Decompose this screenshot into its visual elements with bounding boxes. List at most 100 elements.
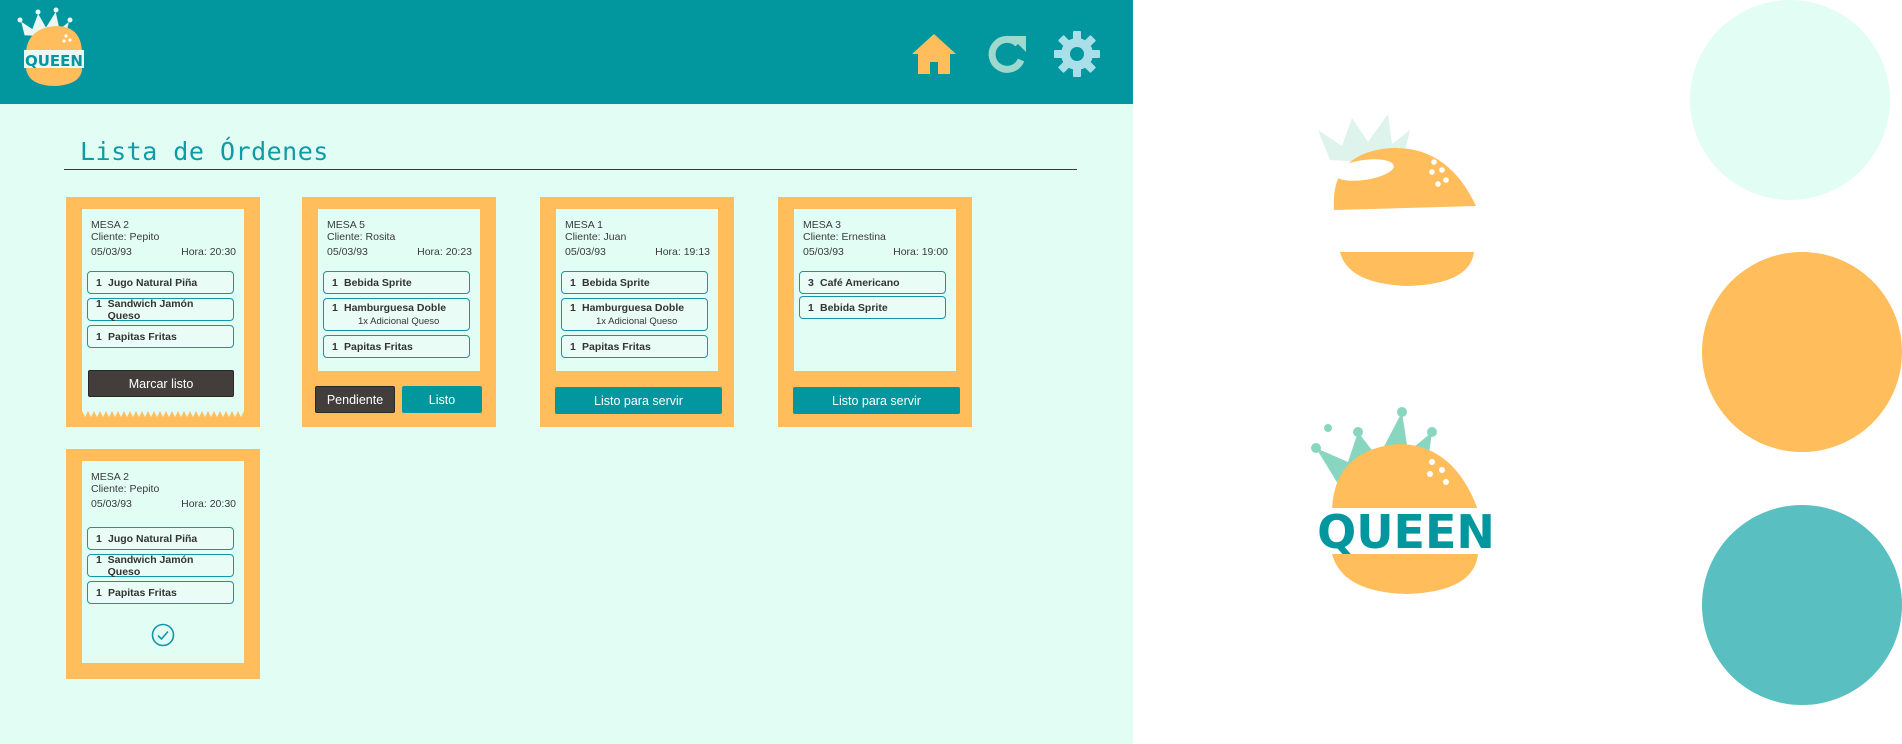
item-qty: 1 xyxy=(570,276,576,289)
logo-text: QUEEN xyxy=(25,52,83,70)
ticket-torn-edge xyxy=(82,409,244,417)
order-item[interactable]: 1 Papitas Fritas xyxy=(87,581,234,604)
order-card: MESA 3 Cliente: Ernestina 05/03/93 Hora: … xyxy=(778,197,972,427)
item-qty: 1 xyxy=(96,532,102,545)
home-button[interactable] xyxy=(910,30,958,78)
burger-logo-outline xyxy=(1318,114,1476,286)
order-item[interactable]: 1 Jugo Natural Piña xyxy=(87,527,234,550)
order-time: Hora: 20:30 xyxy=(181,498,236,510)
table-number: MESA 1 xyxy=(565,219,603,231)
item-qty: 1 xyxy=(96,276,102,289)
mark-ready-button[interactable]: Marcar listo xyxy=(88,370,234,397)
order-header: MESA 5 Cliente: Rosita 05/03/93 Hora: 20:… xyxy=(327,219,472,258)
order-header: MESA 2 Cliente: Pepito 05/03/93 Hora: 20:… xyxy=(91,219,236,258)
queen-logo-full: QUEEN xyxy=(1311,407,1492,594)
order-item[interactable]: 1 Papitas Fritas xyxy=(87,325,234,348)
item-qty: 1 xyxy=(96,553,102,566)
home-icon xyxy=(912,34,956,74)
order-item[interactable]: 1 Hamburguesa Doble 1x Adicional Queso xyxy=(561,298,708,331)
order-ticket: MESA 1 Cliente: Juan 05/03/93 Hora: 19:13… xyxy=(556,209,718,371)
item-name: Bebida Sprite xyxy=(344,276,412,289)
order-item[interactable]: 1 Papitas Fritas xyxy=(323,335,470,358)
order-item[interactable]: 1 Sandwich Jamón Queso xyxy=(87,553,234,578)
item-name: Sandwich Jamón Queso xyxy=(107,553,194,578)
order-item[interactable]: 1 Hamburguesa Doble 1x Adicional Queso xyxy=(323,298,470,331)
item-qty: 1 xyxy=(96,330,102,343)
item-name: Papitas Fritas xyxy=(582,340,651,353)
item-extra: 1x Adicional Queso xyxy=(596,316,678,327)
order-ticket: MESA 2 Cliente: Pepito 05/03/93 Hora: 20:… xyxy=(82,461,244,663)
client-name: Cliente: Pepito xyxy=(91,231,160,243)
order-ticket: MESA 5 Cliente: Rosita 05/03/93 Hora: 20:… xyxy=(318,209,480,371)
table-number: MESA 3 xyxy=(803,219,841,231)
item-name: Hamburguesa Doble xyxy=(582,302,685,314)
ready-button[interactable]: Listo xyxy=(402,386,482,413)
order-item[interactable]: 1 Bebida Sprite xyxy=(799,296,946,319)
item-qty: 1 xyxy=(570,340,576,353)
color-swatch-teal xyxy=(1702,505,1902,705)
check-circle-icon[interactable] xyxy=(151,623,175,647)
color-swatch-mint xyxy=(1690,0,1890,200)
queen-logo[interactable]: QUEEN xyxy=(16,6,88,90)
order-item[interactable]: 1 Sandwich Jamón Queso xyxy=(87,297,234,322)
item-name: Bebida Sprite xyxy=(582,276,650,289)
table-number: MESA 2 xyxy=(91,219,129,231)
order-card: MESA 2 Cliente: Pepito 05/03/93 Hora: 20:… xyxy=(66,197,260,427)
top-bar: QUEEN xyxy=(0,0,1133,104)
table-number: MESA 5 xyxy=(327,219,365,231)
order-item[interactable]: 1 Bebida Sprite xyxy=(323,271,470,294)
color-swatch-orange xyxy=(1702,252,1902,452)
settings-button[interactable] xyxy=(1053,30,1101,78)
item-name: Papitas Fritas xyxy=(344,340,413,353)
item-name: Papitas Fritas xyxy=(108,586,177,599)
order-time: Hora: 19:00 xyxy=(893,246,948,258)
item-name: Sandwich Jamón Queso xyxy=(107,297,194,322)
order-ticket: MESA 3 Cliente: Ernestina 05/03/93 Hora: … xyxy=(794,209,956,371)
item-qty: 1 xyxy=(332,276,338,289)
order-item[interactable]: 3 Café Americano xyxy=(799,271,946,294)
item-qty: 1 xyxy=(96,586,102,599)
app-window: QUEEN Lista de Órdenes MESA 2 Cliente: P… xyxy=(0,0,1133,744)
item-qty: 1 xyxy=(332,302,338,314)
item-extra: 1x Adicional Queso xyxy=(358,316,440,327)
item-name: Jugo Natural Piña xyxy=(108,276,198,289)
title-divider xyxy=(64,169,1077,170)
order-date: 05/03/93 xyxy=(565,246,606,258)
order-card: MESA 1 Cliente: Juan 05/03/93 Hora: 19:13… xyxy=(540,197,734,427)
refresh-button[interactable] xyxy=(982,30,1030,78)
gear-icon xyxy=(1054,31,1100,77)
page-title: Lista de Órdenes xyxy=(80,137,329,166)
order-item[interactable]: 1 Bebida Sprite xyxy=(561,271,708,294)
client-name: Cliente: Rosita xyxy=(327,231,396,243)
order-time: Hora: 20:23 xyxy=(417,246,472,258)
order-item[interactable]: 1 Papitas Fritas xyxy=(561,335,708,358)
order-card: MESA 5 Cliente: Rosita 05/03/93 Hora: 20:… xyxy=(302,197,496,427)
pending-button[interactable]: Pendiente xyxy=(315,386,395,413)
table-number: MESA 2 xyxy=(91,471,129,483)
item-name: Papitas Fritas xyxy=(108,330,177,343)
order-header: MESA 1 Cliente: Juan 05/03/93 Hora: 19:13 xyxy=(565,219,710,258)
order-time: Hora: 20:30 xyxy=(181,246,236,258)
order-date: 05/03/93 xyxy=(91,246,132,258)
item-qty: 1 xyxy=(96,297,102,310)
client-name: Cliente: Juan xyxy=(565,231,627,243)
order-time: Hora: 19:13 xyxy=(655,246,710,258)
item-qty: 1 xyxy=(332,340,338,353)
serve-ready-button[interactable]: Listo para servir xyxy=(793,387,960,414)
item-name: Café Americano xyxy=(820,276,900,289)
order-date: 05/03/93 xyxy=(91,498,132,510)
brand-logo-text: QUEEN xyxy=(1317,505,1492,559)
order-card: MESA 2 Cliente: Pepito 05/03/93 Hora: 20:… xyxy=(66,449,260,679)
order-header: MESA 2 Cliente: Pepito 05/03/93 Hora: 20:… xyxy=(91,471,236,510)
order-ticket: MESA 2 Cliente: Pepito 05/03/93 Hora: 20:… xyxy=(82,209,244,409)
serve-ready-button[interactable]: Listo para servir xyxy=(555,387,722,414)
order-item[interactable]: 1 Jugo Natural Piña xyxy=(87,271,234,294)
client-name: Cliente: Pepito xyxy=(91,483,160,495)
client-name: Cliente: Ernestina xyxy=(803,231,886,243)
item-qty: 1 xyxy=(808,301,814,314)
refresh-icon xyxy=(988,35,1026,73)
item-name: Jugo Natural Piña xyxy=(108,532,198,545)
item-qty: 3 xyxy=(808,276,814,289)
item-qty: 1 xyxy=(570,302,576,314)
order-date: 05/03/93 xyxy=(327,246,368,258)
